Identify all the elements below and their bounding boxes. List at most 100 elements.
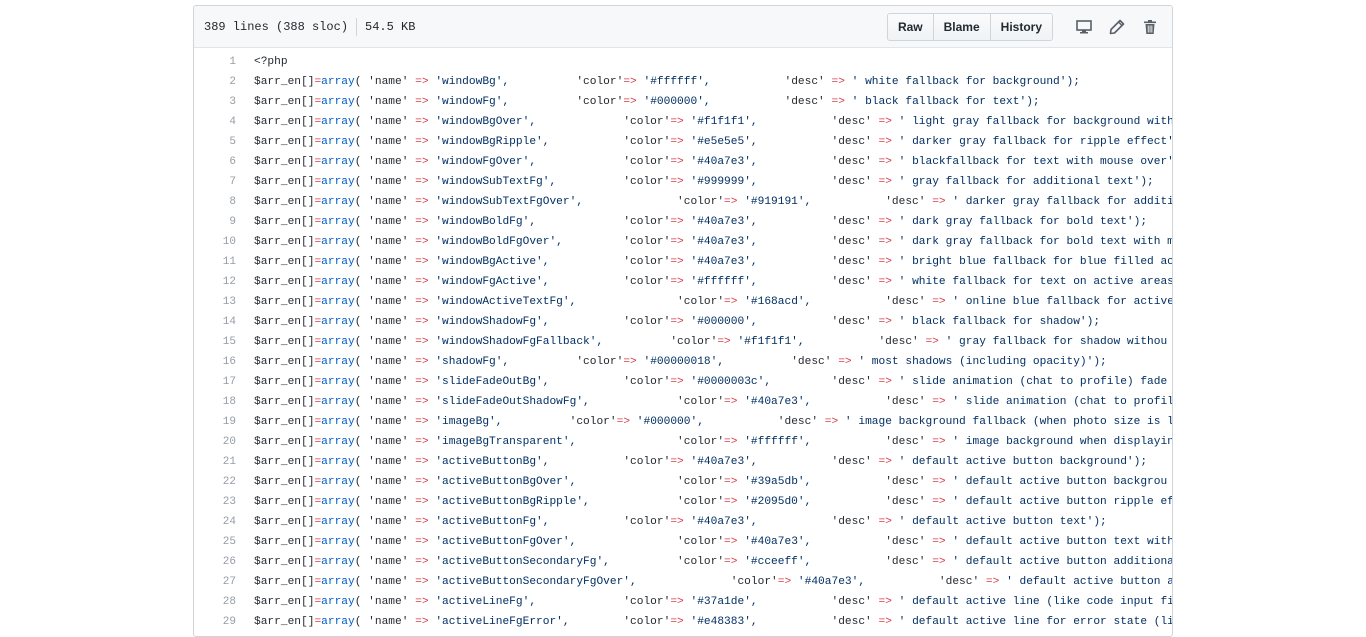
token-name: 'activeButtonBgRipple', bbox=[435, 496, 590, 508]
syntax-token: => bbox=[670, 256, 684, 268]
syntax-token: => bbox=[670, 616, 684, 628]
syntax-token bbox=[892, 316, 899, 328]
token-desc: ' default active button text with bbox=[952, 536, 1173, 548]
token-name: 'activeButtonFg', bbox=[435, 516, 550, 528]
syntax-token: => bbox=[670, 136, 684, 148]
token-name: 'imageBgTransparent', bbox=[435, 436, 577, 448]
code-line: 7 $arr_en[]=array( 'name' => 'windowSubTe… bbox=[194, 172, 1172, 192]
token-color: '#40a7e3', bbox=[690, 156, 758, 168]
line-number: 27 bbox=[222, 576, 236, 588]
syntax-token: 'desc' bbox=[831, 616, 879, 628]
history-button[interactable]: History bbox=[990, 13, 1052, 40]
syntax-token: => bbox=[415, 196, 429, 208]
token-pad1 bbox=[536, 596, 623, 608]
line-number: 5 bbox=[229, 136, 236, 148]
token-pad2 bbox=[711, 96, 785, 108]
syntax-token: => bbox=[878, 216, 892, 228]
line-number: 8 bbox=[229, 196, 236, 208]
syntax-token: 'color' bbox=[623, 596, 671, 608]
token-name: 'windowFgOver', bbox=[435, 156, 537, 168]
token-color: '#e48383', bbox=[690, 616, 758, 628]
syntax-token: => bbox=[878, 516, 892, 528]
syntax-token: ( 'name' bbox=[354, 116, 416, 128]
raw-button[interactable]: Raw bbox=[887, 13, 934, 40]
token-desc: ' default active button ripple ef bbox=[952, 496, 1173, 508]
token-name: 'windowShadowFgFallback', bbox=[435, 336, 604, 348]
token-desc: ' light gray fallback for background wit… bbox=[898, 116, 1173, 128]
syntax-token: $arr_en[] bbox=[254, 536, 315, 548]
line-content: $arr_en[]=array( 'name' => 'windowShadow… bbox=[254, 336, 1167, 348]
token-pad1 bbox=[576, 436, 677, 448]
code-line: 1 <?php bbox=[194, 52, 1172, 72]
token-color: '#cceeff', bbox=[744, 556, 812, 568]
code-line: 27 $arr_en[]=array( 'name' => 'activeButt… bbox=[194, 572, 1172, 592]
code-line: 12 $arr_en[]=array( 'name' => 'windowFgAc… bbox=[194, 272, 1172, 292]
syntax-token: 'desc' bbox=[885, 536, 933, 548]
syntax-token: => bbox=[415, 316, 429, 328]
syntax-token: ( 'name' bbox=[354, 616, 416, 628]
token-pad1 bbox=[502, 416, 569, 428]
syntax-token: $arr_en[] bbox=[254, 216, 315, 228]
token-color: '#999999', bbox=[690, 176, 758, 188]
line-content: $arr_en[]=array( 'name' => 'windowBoldFg… bbox=[254, 216, 1147, 228]
syntax-token: array bbox=[321, 316, 355, 328]
token-pad2 bbox=[758, 456, 832, 468]
syntax-token: $arr_en[] bbox=[254, 496, 315, 508]
code-line: 16 $arr_en[]=array( 'name' => 'shadowFg',… bbox=[194, 352, 1172, 372]
syntax-token: array bbox=[321, 196, 355, 208]
syntax-token: $arr_en[] bbox=[254, 116, 315, 128]
token-color: '#40a7e3', bbox=[690, 216, 758, 228]
syntax-token: => bbox=[670, 316, 684, 328]
line-content: $arr_en[]=array( 'name' => 'windowBg', '… bbox=[254, 76, 1080, 88]
blame-button[interactable]: Blame bbox=[933, 13, 991, 40]
syntax-token: => bbox=[415, 416, 429, 428]
token-color: '#ffffff', bbox=[643, 76, 711, 88]
syntax-token: => bbox=[932, 436, 946, 448]
line-content: $arr_en[]=array( 'name' => 'shadowFg', '… bbox=[254, 356, 1107, 368]
syntax-token: $arr_en[] bbox=[254, 516, 315, 528]
trash-icon[interactable] bbox=[1138, 15, 1162, 39]
code-line: 13 $arr_en[]=array( 'name' => 'windowActi… bbox=[194, 292, 1172, 312]
token-color: '#000000', bbox=[690, 316, 758, 328]
token-color: '#919191', bbox=[744, 196, 812, 208]
syntax-token: => bbox=[415, 336, 429, 348]
line-number: 22 bbox=[222, 476, 236, 488]
syntax-token: => bbox=[724, 536, 738, 548]
syntax-token bbox=[939, 336, 946, 348]
syntax-token: => bbox=[415, 616, 429, 628]
token-pad2 bbox=[758, 276, 832, 288]
line-number: 11 bbox=[222, 256, 236, 268]
line-content: <?php bbox=[254, 56, 288, 68]
syntax-token: => bbox=[831, 96, 845, 108]
code-view: 1 <?php 2 $arr_en[]=array( 'name' => 'win… bbox=[194, 48, 1172, 632]
syntax-token: array bbox=[321, 376, 355, 388]
line-number: 24 bbox=[222, 516, 236, 528]
syntax-token: => bbox=[670, 596, 684, 608]
syntax-token: $arr_en[] bbox=[254, 616, 315, 628]
syntax-token: array bbox=[321, 336, 355, 348]
syntax-token: array bbox=[321, 476, 355, 488]
token-pad1 bbox=[576, 476, 677, 488]
code-line: 28 $arr_en[]=array( 'name' => 'activeLine… bbox=[194, 592, 1172, 612]
syntax-token: ( 'name' bbox=[354, 136, 416, 148]
token-desc: ' default active button background'); bbox=[898, 456, 1148, 468]
syntax-token: 'desc' bbox=[885, 476, 933, 488]
syntax-token: => bbox=[878, 176, 892, 188]
syntax-token: array bbox=[321, 556, 355, 568]
syntax-token: => bbox=[717, 336, 731, 348]
pencil-icon[interactable] bbox=[1105, 15, 1129, 39]
code-line: 20 $arr_en[]=array( 'name' => 'imageBgTra… bbox=[194, 432, 1172, 452]
syntax-token: array bbox=[321, 256, 355, 268]
syntax-token: 'color' bbox=[623, 276, 671, 288]
line-number: 20 bbox=[222, 436, 236, 448]
file-size: 54.5 KB bbox=[365, 19, 416, 34]
token-color: '#40a7e3', bbox=[690, 516, 758, 528]
code-line: 8 $arr_en[]=array( 'name' => 'windowSubTe… bbox=[194, 192, 1172, 212]
syntax-token: ( 'name' bbox=[354, 476, 416, 488]
token-pad1 bbox=[637, 576, 731, 588]
syntax-token: 'color' bbox=[623, 316, 671, 328]
syntax-token: 'desc' bbox=[878, 336, 926, 348]
desktop-icon[interactable] bbox=[1072, 15, 1096, 39]
token-desc: ' darker gray fallback for ripple effect… bbox=[898, 136, 1173, 148]
syntax-token: => bbox=[415, 396, 429, 408]
